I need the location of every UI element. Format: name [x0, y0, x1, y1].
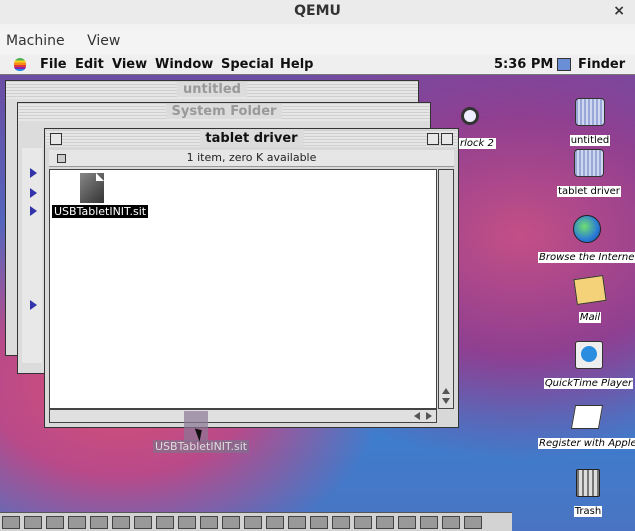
control-strip-item-icon[interactable]	[266, 516, 284, 529]
finder-icon[interactable]	[557, 58, 571, 71]
globe-icon	[572, 215, 601, 243]
register-icon	[570, 405, 603, 429]
desktop-quicktime[interactable]: QuickTime Player	[542, 341, 635, 390]
control-strip-item-icon[interactable]	[420, 516, 438, 529]
scroll-up-icon[interactable]	[442, 388, 450, 394]
control-strip-item-icon[interactable]	[134, 516, 152, 529]
window-tablet-driver-title: tablet driver	[199, 130, 304, 147]
menu-window[interactable]: Window	[155, 55, 213, 74]
control-strip-item-icon[interactable]	[354, 516, 372, 529]
menu-machine[interactable]: Machine	[6, 33, 65, 49]
menu-view-mac[interactable]: View	[112, 55, 147, 74]
window-info-text: 1 item, zero K available	[186, 151, 317, 164]
scroll-right-icon[interactable]	[426, 412, 432, 420]
window-content[interactable]: USBTabletINIT.sit	[49, 169, 437, 409]
desktop-label: Mail	[578, 312, 602, 323]
desktop-browse-internet[interactable]: Browse the Internet	[538, 215, 635, 264]
apple-menu-icon[interactable]	[14, 58, 26, 71]
window-info-bar: 1 item, zero K available	[49, 150, 454, 167]
disk-icon	[575, 98, 605, 126]
drag-ghost-label: USBTabletINIT.sit	[153, 440, 250, 453]
disclosure-triangle-icon[interactable]	[30, 206, 37, 216]
control-strip-item-icon[interactable]	[222, 516, 240, 529]
trash-icon	[576, 469, 600, 497]
scroll-down-icon[interactable]	[442, 398, 450, 404]
disk-icon	[574, 149, 604, 177]
window-system-folder-title: System Folder	[165, 104, 283, 119]
desktop-label: QuickTime Player	[543, 378, 634, 389]
clock[interactable]: 5:36 PM	[494, 55, 553, 74]
close-box-icon[interactable]	[50, 133, 62, 145]
control-strip-item-icon[interactable]	[398, 516, 416, 529]
mac-menubar: File Edit View Window Special Help 5:36 …	[0, 55, 635, 75]
file-label-selected[interactable]: USBTabletINIT.sit	[52, 205, 149, 218]
control-strip-item-icon[interactable]	[288, 516, 306, 529]
disclosure-triangle-icon[interactable]	[30, 188, 37, 198]
quicktime-icon	[574, 341, 603, 369]
control-strip-item-icon[interactable]	[464, 516, 482, 529]
qemu-titlebar: QEMU ×	[0, 0, 635, 24]
desktop-label: untitled	[569, 135, 611, 146]
window-tablet-driver-titlebar[interactable]: tablet driver	[46, 130, 457, 147]
control-strip-item-icon[interactable]	[112, 516, 130, 529]
vertical-scrollbar[interactable]	[438, 169, 454, 409]
menu-special[interactable]: Special	[221, 55, 274, 74]
control-strip-item-icon[interactable]	[332, 516, 350, 529]
control-strip-item-icon[interactable]	[2, 516, 20, 529]
disclosure-triangle-icon[interactable]	[30, 300, 37, 310]
magnifier-icon[interactable]	[461, 107, 479, 125]
desktop-mail[interactable]: Mail	[566, 275, 614, 324]
desktop-label: Trash	[573, 506, 603, 517]
document-icon[interactable]	[80, 173, 104, 203]
list-gutter	[22, 148, 42, 363]
desktop-trash[interactable]: Trash	[566, 469, 610, 518]
window-untitled-titlebar[interactable]: untitled	[6, 81, 418, 99]
desktop-disk-untitled[interactable]: untitled	[566, 98, 614, 147]
control-strip-item-icon[interactable]	[68, 516, 86, 529]
control-strip-item-icon[interactable]	[178, 516, 196, 529]
control-strip-item-icon[interactable]	[310, 516, 328, 529]
desktop-label: Register with Apple	[538, 438, 635, 449]
app-menu-finder[interactable]: Finder	[578, 55, 625, 74]
control-strip-item-icon[interactable]	[200, 516, 218, 529]
desktop-label: Browse the Internet	[538, 252, 635, 263]
menu-file[interactable]: File	[40, 55, 67, 74]
mac-desktop[interactable]: File Edit View Window Special Help 5:36 …	[0, 55, 635, 531]
collapse-box-icon[interactable]	[441, 133, 453, 145]
control-strip-item-icon[interactable]	[442, 516, 460, 529]
desktop-disk-tablet-driver[interactable]: tablet driver	[553, 149, 625, 198]
disclosure-triangle-icon[interactable]	[30, 168, 37, 178]
control-strip-item-icon[interactable]	[156, 516, 174, 529]
mail-icon	[573, 275, 607, 305]
menu-edit[interactable]: Edit	[75, 55, 104, 74]
desktop-label: tablet driver	[557, 186, 621, 197]
control-strip-item-icon[interactable]	[244, 516, 262, 529]
lock-icon	[57, 154, 66, 163]
control-strip-item-icon[interactable]	[90, 516, 108, 529]
close-icon[interactable]: ×	[613, 0, 625, 22]
window-system-folder-titlebar[interactable]: System Folder	[18, 103, 430, 121]
desktop-register[interactable]: Register with Apple	[538, 405, 635, 450]
scroll-left-icon[interactable]	[414, 412, 420, 420]
window-tablet-driver[interactable]: tablet driver 1 item, zero K available U…	[44, 128, 459, 428]
window-untitled-title: untitled	[177, 82, 247, 97]
qemu-menubar: Machine View	[0, 28, 635, 54]
desktop-label-partial[interactable]: rlock 2	[458, 138, 496, 149]
control-strip[interactable]	[0, 512, 512, 531]
menu-view[interactable]: View	[87, 33, 120, 49]
control-strip-item-icon[interactable]	[46, 516, 64, 529]
horizontal-scrollbar[interactable]	[49, 409, 437, 423]
qemu-title: QEMU	[294, 3, 341, 19]
control-strip-item-icon[interactable]	[24, 516, 42, 529]
menu-help[interactable]: Help	[280, 55, 313, 74]
control-strip-item-icon[interactable]	[376, 516, 394, 529]
zoom-box-icon[interactable]	[427, 133, 439, 145]
